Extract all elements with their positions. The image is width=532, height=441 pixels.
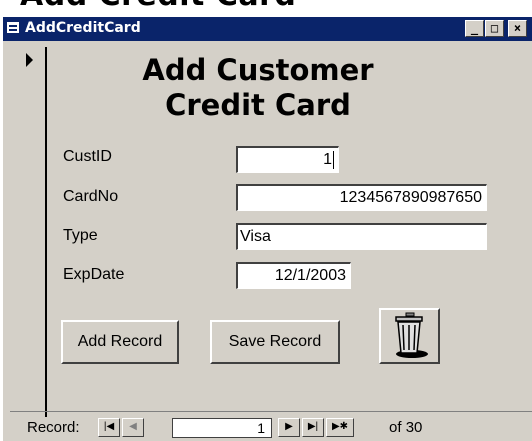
record-selector[interactable] [10, 47, 47, 417]
record-label: Record: [27, 419, 80, 436]
expdate-label: ExpDate [63, 266, 125, 283]
cardno-field[interactable]: 1234567890987650 [236, 184, 487, 211]
first-record-button[interactable]: |◀ [98, 418, 120, 437]
title-bar[interactable]: AddCreditCard _ □ × [3, 17, 532, 41]
window-title: AddCreditCard [25, 20, 141, 36]
expdate-field[interactable]: 12/1/2003 [236, 262, 351, 289]
previous-record-button[interactable]: ◀ [122, 418, 144, 437]
type-field[interactable]: Visa [236, 223, 487, 250]
next-record-button[interactable]: ▶ [278, 418, 300, 437]
access-form-window: AddCreditCard _ □ × Add Customer Credit … [3, 17, 532, 441]
form-heading: Add Customer Credit Card [103, 53, 413, 123]
custid-label: CustID [63, 148, 112, 165]
save-record-button[interactable]: Save Record [210, 320, 340, 364]
current-record-field[interactable]: 1 [172, 418, 272, 438]
record-navigation-bar: Record: |◀ ◀ 1 ▶ ▶| ▶✱ of 30 [10, 411, 532, 441]
form-icon [7, 22, 19, 33]
custid-field[interactable]: 1 [236, 146, 339, 173]
text-cursor [333, 150, 334, 169]
type-label: Type [63, 227, 98, 244]
trash-can-icon [395, 312, 428, 358]
total-records: 30 [405, 419, 423, 436]
add-record-button[interactable]: Add Record [61, 320, 179, 364]
cardno-label: CardNo [63, 188, 119, 205]
record-count: of 30 [389, 419, 422, 436]
custid-value: 1 [323, 151, 332, 168]
form-heading-line2: Credit Card [165, 88, 351, 122]
of-label: of [389, 419, 402, 436]
background-title: Add Credit Card [20, 0, 296, 13]
last-record-button[interactable]: ▶| [302, 418, 324, 437]
new-record-button[interactable]: ▶✱ [326, 418, 354, 437]
minimize-button[interactable]: _ [465, 20, 484, 37]
delete-record-button[interactable] [379, 308, 440, 364]
restore-button[interactable]: □ [485, 20, 504, 37]
form-heading-line1: Add Customer [142, 53, 374, 87]
current-record-arrow-icon [26, 53, 33, 67]
close-button[interactable]: × [508, 20, 527, 37]
